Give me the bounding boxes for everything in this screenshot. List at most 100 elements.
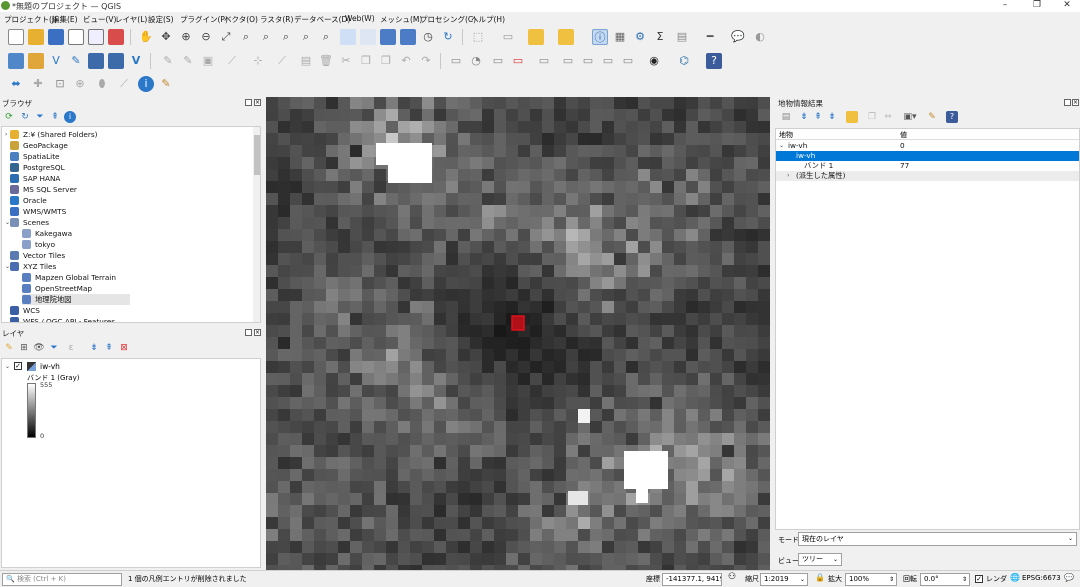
layer-labeling-icon[interactable]: ◔ (468, 53, 484, 69)
settings-wrench-icon[interactable]: ✎ (158, 76, 174, 92)
menu-vector[interactable]: ベクタ(O) (224, 14, 258, 25)
scale-field[interactable]: 1:2019 ⌄ (760, 573, 808, 586)
new-map-view-icon[interactable] (340, 29, 356, 45)
identify-help-icon[interactable]: ? (946, 111, 958, 123)
filter-legend-icon[interactable]: ⏷ (48, 342, 60, 354)
spinner-icon[interactable]: ⇕ (962, 574, 967, 585)
menu-project[interactable]: プロジェクト(J) (4, 14, 57, 25)
show-hide-labels-icon[interactable]: ▭ (536, 53, 552, 69)
browser-item-15[interactable]: 地理院地図 (22, 294, 130, 305)
browser-item-11[interactable]: Vector Tiles (2, 250, 252, 261)
add-raster-layer-icon[interactable] (88, 53, 104, 69)
column-feature[interactable]: 地物 (779, 130, 793, 140)
crs-label[interactable]: EPSG:6673 (1022, 574, 1061, 582)
add-ring-icon[interactable]: ⊕ (72, 76, 88, 92)
menu-mesh[interactable]: メッシュ(M) (380, 14, 422, 25)
identify-row[interactable]: バンド 1 77 (776, 161, 1079, 171)
browser-item-10[interactable]: tokyo (2, 239, 252, 250)
cut-features-icon[interactable]: ✂ (338, 53, 354, 69)
lock-scale-icon[interactable]: 🔒 (815, 573, 825, 582)
zoom-next-icon[interactable]: ⌕ (318, 29, 334, 45)
select-by-expression-icon[interactable] (558, 29, 574, 45)
zoom-to-layer-icon[interactable]: ⌕ (258, 29, 274, 45)
digitize-icon[interactable]: ✎ (68, 53, 84, 69)
browser-item-7[interactable]: WMS/WMTS (2, 206, 252, 217)
layer-expander[interactable]: ⌄ (5, 363, 10, 370)
identify-row[interactable]: ⌄ iw-vh 0 (776, 141, 1079, 151)
expander-icon[interactable]: › (787, 171, 789, 181)
browser-scrollbar[interactable] (253, 127, 260, 322)
select-features-icon[interactable]: ⬚ (470, 29, 486, 45)
zoom-full-icon[interactable]: ⤢ (218, 29, 234, 45)
properties-icon[interactable]: i (64, 111, 76, 123)
print-results-icon[interactable]: ⇔ (880, 111, 896, 123)
toggle-editing-icon[interactable]: ✎ (180, 53, 196, 69)
select-rectangle-icon[interactable]: ⊡ (52, 76, 68, 92)
float-panel-button[interactable] (1064, 99, 1071, 106)
crs-globe-icon[interactable]: 🌐 (1010, 573, 1020, 582)
add-mesh-layer-icon[interactable] (108, 53, 124, 69)
close-panel-button[interactable]: × (1072, 99, 1079, 106)
annotation-icon[interactable]: ◐ (752, 29, 768, 45)
python-console-icon[interactable]: ⌬ (676, 53, 692, 69)
zoom-native-resolution-icon[interactable]: ⌕ (278, 29, 294, 45)
toggle-extents-icon[interactable]: ⚇ (728, 572, 736, 582)
menu-help[interactable]: ヘルプ(H) (471, 14, 505, 25)
label-tool-icon[interactable]: ▭ (448, 53, 464, 69)
remove-layer-icon[interactable]: ⊠ (118, 342, 130, 354)
column-value[interactable]: 値 (900, 130, 907, 140)
copy-features-icon[interactable]: ❐ (358, 53, 374, 69)
toolbox-gear-icon[interactable]: ⚙ (632, 29, 648, 45)
browser-item-12[interactable]: ⌄ XYZ Tiles (2, 261, 252, 272)
rotate-label-icon[interactable]: ▭ (580, 53, 596, 69)
browser-item-14[interactable]: OpenStreetMap (2, 283, 252, 294)
add-feature-icon[interactable]: ⟋ (224, 53, 240, 69)
copy-feature-icon[interactable]: ❐ (866, 111, 878, 123)
identify-mode-dropdown-icon[interactable]: ▣▾ (902, 111, 918, 123)
statistical-summary-icon[interactable]: Σ (652, 29, 668, 45)
menu-raster[interactable]: ラスタ(R) (260, 14, 293, 25)
help-icon[interactable]: ? (706, 53, 722, 69)
menu-settings[interactable]: 設定(S) (148, 14, 174, 25)
show-bookmarks-icon[interactable] (400, 29, 416, 45)
collapse-tree-icon[interactable]: ⇞ (812, 111, 824, 123)
expand-new-results-icon[interactable]: ⇟ (798, 111, 810, 123)
map-tips-icon[interactable]: 💬 (730, 29, 746, 45)
coordinate-field[interactable]: -141377.1, 94199.6 (662, 573, 722, 586)
browser-item-0[interactable]: › Z:¥ (Shared Folders) (2, 129, 252, 140)
menu-layer[interactable]: レイヤ(L) (115, 14, 147, 25)
new-print-layout-icon[interactable] (68, 29, 84, 45)
new-3d-map-view-icon[interactable] (360, 29, 376, 45)
layer-name[interactable]: iw-vh (40, 362, 60, 371)
expander-icon[interactable]: › (5, 129, 7, 140)
pan-map-icon[interactable]: ⬌ (8, 76, 24, 92)
measure-line-icon[interactable]: ━ (702, 29, 718, 45)
modify-attributes-icon[interactable]: ⟋ (274, 53, 290, 69)
expander-icon[interactable]: ⌄ (779, 141, 784, 151)
add-vector-layer-icon[interactable]: V (48, 53, 64, 69)
current-edits-icon[interactable]: ✎ (160, 53, 176, 69)
close-panel-button[interactable]: × (254, 99, 261, 106)
map-canvas[interactable] (266, 97, 770, 570)
menu-web[interactable]: Web(W) (345, 14, 375, 23)
new-project-icon[interactable] (8, 29, 24, 45)
refresh-browser-icon[interactable]: ↻ (19, 111, 31, 123)
identify-settings-icon[interactable]: ✎ (926, 111, 938, 123)
filter-by-expression-icon[interactable]: ε (63, 342, 79, 354)
rotation-field[interactable]: 0.0° ⇕ (920, 573, 970, 586)
data-source-manager-icon[interactable] (8, 53, 24, 69)
collapse-all-icon[interactable]: ⇞ (49, 111, 61, 123)
save-edits-icon[interactable]: ▣ (200, 53, 216, 69)
new-geopackage-layer-icon[interactable] (28, 53, 44, 69)
expand-tree-icon[interactable]: ▤ (780, 111, 792, 123)
undo-icon[interactable]: ↶ (398, 53, 414, 69)
browser-item-4[interactable]: SAP HANA (2, 173, 252, 184)
open-project-icon[interactable] (28, 29, 44, 45)
reshape-icon[interactable]: ⟋ (116, 76, 132, 92)
deselect-features-icon[interactable] (528, 29, 544, 45)
zoom-to-selection-icon[interactable]: ⌕ (238, 29, 254, 45)
redo-icon[interactable]: ↷ (418, 53, 434, 69)
collapse-all-layers-icon[interactable]: ⇞ (103, 342, 115, 354)
delete-selected-icon[interactable]: ▤ (298, 53, 314, 69)
refresh-icon[interactable]: ↻ (440, 29, 456, 45)
